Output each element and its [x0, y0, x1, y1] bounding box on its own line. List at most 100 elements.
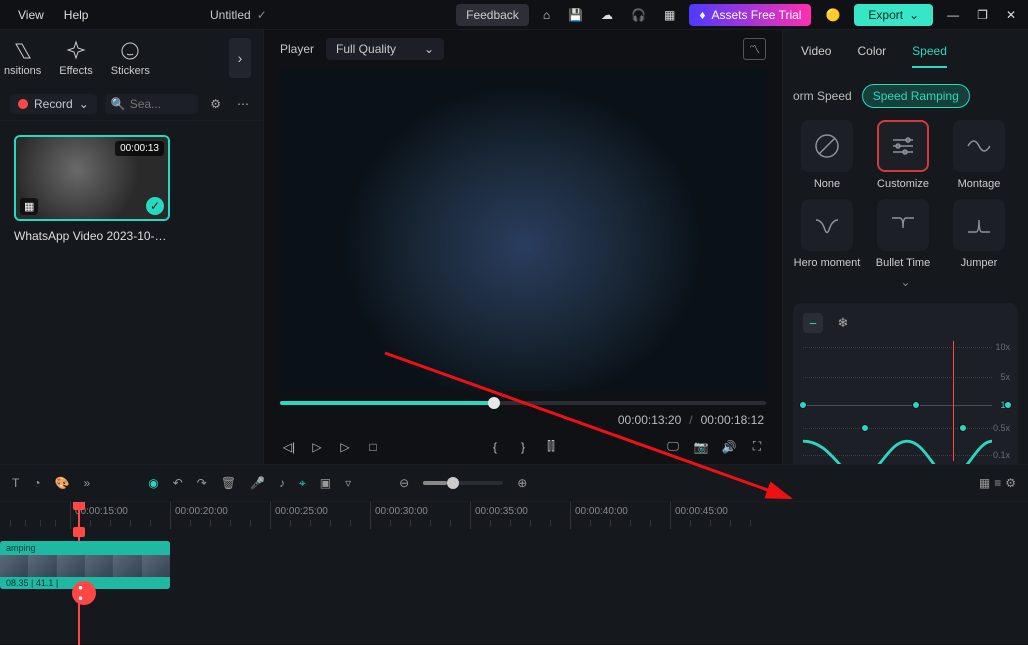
timeline-tracks[interactable]: amping 08.35 | 41.1 |	[0, 529, 1028, 645]
text-tool-icon[interactable]: T	[12, 476, 19, 490]
preset-bullet-label: Bullet Time	[876, 257, 930, 270]
video-preview[interactable]	[280, 68, 766, 391]
assets-trial-button[interactable]: ♦ Assets Free Trial	[689, 4, 811, 26]
apps-icon[interactable]: ▦	[660, 8, 679, 22]
ai-tool-icon[interactable]: ◉	[148, 476, 158, 490]
avatar-icon[interactable]: 🟡	[821, 8, 844, 22]
ramp-keyframe[interactable]	[1004, 401, 1012, 409]
clip-thumbnail[interactable]: 00:00:13 ▦ ✓	[14, 135, 170, 221]
cloud-icon[interactable]: ☁	[597, 8, 617, 22]
display-icon[interactable]: 🖵	[664, 439, 682, 454]
clip-header-label: amping	[0, 541, 170, 555]
crop-icon[interactable]: ▣	[320, 476, 331, 490]
remove-keyframe-button[interactable]: −	[803, 313, 823, 333]
menu-view[interactable]: View	[8, 4, 54, 26]
timeline-ruler[interactable]: 00:00:15:0000:00:20:0000:00:25:0000:00:3…	[0, 501, 1028, 529]
mic-icon[interactable]: 🎤	[250, 476, 265, 490]
media-clip[interactable]: 00:00:13 ▦ ✓ WhatsApp Video 2023-10-05..…	[14, 135, 174, 243]
marker-icon[interactable]: ▿	[345, 476, 351, 490]
expand-tabs-button[interactable]: ›	[229, 38, 251, 78]
play-button[interactable]: ▷	[308, 440, 326, 454]
prev-frame-button[interactable]: ◁|	[280, 440, 298, 454]
record-dot-icon	[18, 99, 28, 109]
menu-help[interactable]: Help	[54, 4, 99, 26]
chevron-down-icon: ⌄	[424, 42, 434, 56]
preset-customize[interactable]: Customize	[869, 120, 937, 191]
window-minimize-icon[interactable]: —	[943, 8, 963, 22]
bullet-icon	[888, 210, 918, 240]
ruler-playhead[interactable]	[78, 502, 80, 529]
next-frame-button[interactable]: ▷	[336, 440, 354, 454]
search-input[interactable]	[130, 97, 190, 111]
ramp-keyframe[interactable]	[799, 401, 807, 409]
zoom-in-icon[interactable]: ⊕	[517, 476, 527, 490]
subtab-uniform-speed[interactable]: orm Speed	[793, 89, 852, 103]
compare-icon[interactable]: ⫿⫿	[542, 439, 560, 454]
undo-icon[interactable]: ↶	[173, 476, 183, 490]
stickers-icon	[119, 40, 141, 62]
mark-out-icon[interactable]: }	[514, 440, 532, 454]
music-icon[interactable]: ♪	[279, 476, 285, 490]
quality-value: Full Quality	[336, 42, 396, 56]
headphones-icon[interactable]: 🎧	[627, 8, 650, 22]
ramp-keyframe[interactable]	[959, 424, 967, 432]
scrub-track[interactable]	[280, 401, 766, 405]
freeze-frame-button[interactable]: ❄	[833, 313, 853, 333]
preset-bullet-time[interactable]: Bullet Time	[869, 199, 937, 270]
settings-icon[interactable]: ⚙	[1005, 476, 1016, 490]
effects-icon	[65, 40, 87, 62]
filter-icon[interactable]: ⚙	[206, 97, 225, 111]
save-icon[interactable]: 💾	[564, 8, 587, 22]
zoom-slider[interactable]	[423, 481, 503, 485]
tab-speed[interactable]: Speed	[912, 44, 947, 68]
ruler-label: 00:00:30:00	[375, 506, 428, 517]
zoom-out-icon[interactable]: ⊖	[399, 476, 409, 490]
fullscreen-icon[interactable]: ⛶	[748, 439, 766, 454]
view-grid-icon[interactable]: ▦	[979, 476, 990, 490]
mark-in-icon[interactable]: {	[486, 440, 504, 454]
ramp-keyframe[interactable]	[912, 401, 920, 409]
preset-montage[interactable]: Montage	[945, 120, 1013, 191]
scrub-head[interactable]	[488, 397, 500, 409]
project-title: Untitled	[210, 8, 251, 22]
tab-effects[interactable]: Effects	[59, 40, 92, 77]
subtab-speed-ramping[interactable]: Speed Ramping	[862, 84, 970, 108]
preset-customize-label: Customize	[877, 178, 929, 191]
camera-icon[interactable]: 📷	[692, 440, 710, 454]
magnet-icon[interactable]: ⌖	[299, 476, 306, 491]
stop-button[interactable]: □	[364, 440, 382, 454]
ruler-label: 00:00:35:00	[475, 506, 528, 517]
more-tools-icon[interactable]: »	[84, 476, 91, 490]
ylabel-05x: 0.5x	[993, 423, 1010, 433]
search-input-wrap[interactable]: 🔍	[105, 94, 198, 114]
delete-icon[interactable]: 🗑	[221, 476, 236, 490]
device-icon[interactable]: ⌂	[539, 8, 554, 22]
speed-ramp-graph[interactable]: 10x 5x 1x 0.5x 0.1x	[803, 341, 1008, 461]
color-tool-icon[interactable]: 🎨	[55, 476, 70, 490]
export-button[interactable]: Export ⌄	[854, 4, 933, 26]
quality-select[interactable]: Full Quality ⌄	[326, 38, 444, 60]
feedback-button[interactable]: Feedback	[456, 4, 529, 26]
cut-handle[interactable]	[72, 581, 96, 605]
ramp-keyframe[interactable]	[861, 424, 869, 432]
more-presets-button[interactable]: ⌄	[793, 271, 1018, 297]
window-restore-icon[interactable]: ❐	[973, 8, 992, 22]
record-label: Record	[34, 97, 73, 111]
timer-icon[interactable]: ◔	[33, 476, 40, 490]
record-button[interactable]: Record ⌄	[10, 94, 97, 114]
window-close-icon[interactable]: ✕	[1002, 8, 1020, 22]
preset-none[interactable]: None	[793, 120, 861, 191]
more-icon[interactable]: ⋯	[233, 97, 253, 111]
snapshot-icon[interactable]: 〽	[743, 38, 766, 60]
tab-stickers[interactable]: Stickers	[111, 40, 150, 77]
preset-jumper[interactable]: Jumper	[945, 199, 1013, 270]
view-list-icon[interactable]: ≡	[994, 476, 1001, 490]
tab-video[interactable]: Video	[801, 44, 831, 68]
tab-color[interactable]: Color	[857, 44, 886, 68]
redo-icon[interactable]: ↷	[197, 476, 207, 490]
preset-montage-label: Montage	[958, 178, 1001, 191]
tab-transitions[interactable]: nsitions	[4, 40, 41, 77]
clip-type-icon: ▦	[20, 198, 38, 215]
preset-hero-moment[interactable]: Hero moment	[793, 199, 861, 270]
volume-icon[interactable]: 🔊	[720, 440, 738, 454]
